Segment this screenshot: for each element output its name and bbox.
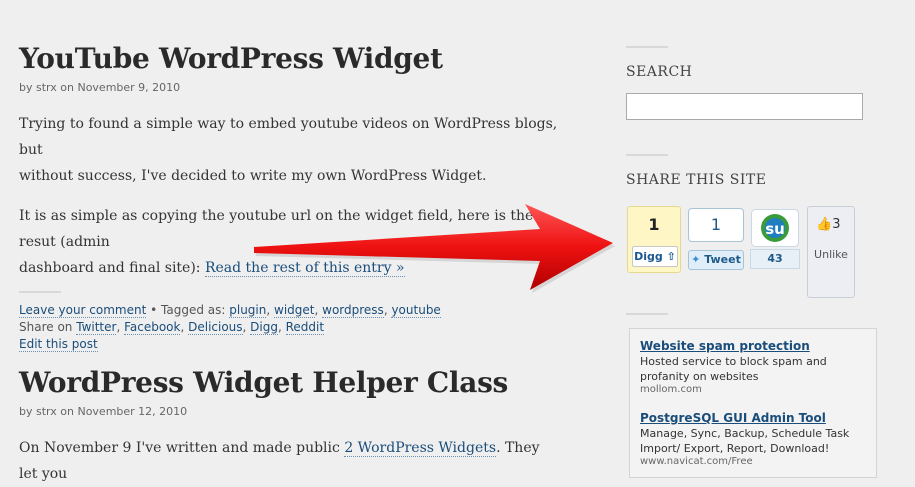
post-meta: by strx on November 12, 2010: [19, 405, 188, 418]
sidebar: SEARCH SHARE THIS SITE: [626, 46, 886, 188]
share-on-label: Share on: [19, 320, 77, 334]
tagged-as-label: • Tagged as:: [146, 303, 230, 317]
divider: [626, 154, 668, 156]
post-title[interactable]: YouTube WordPress Widget: [19, 42, 559, 75]
read-more-link[interactable]: Read the rest of this entry »: [204, 260, 405, 277]
ad-title[interactable]: Website spam protection: [640, 339, 866, 353]
edit-post-link[interactable]: Edit this post: [19, 337, 98, 352]
paragraph: Trying to found a simple way to embed yo…: [19, 116, 558, 184]
ad-block: Website spam protection Hosted service t…: [629, 328, 877, 478]
tag-link[interactable]: youtube: [391, 303, 441, 318]
bird-icon: ✦: [691, 253, 701, 266]
share-digg-link[interactable]: Digg: [250, 320, 278, 335]
digg-button[interactable]: Digg ⇧: [632, 246, 678, 267]
tag-link[interactable]: wordpress: [322, 303, 384, 318]
post-youtube-widget: YouTube WordPress Widget by strx on Nove…: [19, 42, 559, 353]
stumbleupon-icon: su: [751, 209, 799, 247]
search-title: SEARCH: [626, 64, 693, 80]
post-title[interactable]: WordPress Widget Helper Class: [19, 366, 559, 399]
ad-title[interactable]: PostgreSQL GUI Admin Tool: [640, 411, 866, 425]
post-body: Trying to found a simple way to embed yo…: [19, 111, 559, 281]
facebook-count: 3: [832, 217, 841, 232]
paragraph: It is as simple as copying the youtube u…: [19, 208, 534, 277]
search-input[interactable]: [626, 93, 863, 120]
ad-item[interactable]: Website spam protection Hosted service t…: [640, 339, 866, 395]
tweet-count: 1: [688, 208, 744, 242]
post-meta: by strx on November 9, 2010: [19, 81, 181, 94]
widgets-link[interactable]: 2 WordPress Widgets: [344, 440, 497, 457]
ad-url[interactable]: mollom.com: [640, 384, 866, 395]
divider: [626, 313, 668, 315]
ad-url[interactable]: www.navicat.com/Free: [640, 456, 866, 467]
svg-text:su: su: [765, 220, 785, 238]
divider: [19, 291, 61, 293]
digg-widget[interactable]: 1 Digg ⇧: [627, 206, 681, 273]
post-body: On November 9 I've written and made publ…: [19, 435, 559, 487]
post-footer: Leave your comment • Tagged as: plugin, …: [19, 303, 441, 352]
ad-text: Hosted service to block spam and profanit…: [640, 355, 827, 383]
share-twitter-link[interactable]: Twitter: [76, 320, 117, 335]
tweet-button[interactable]: ✦ Tweet: [688, 250, 744, 270]
tag-link[interactable]: widget: [274, 303, 315, 318]
tag-link[interactable]: plugin: [229, 303, 267, 318]
facebook-like-widget[interactable]: 👍3 Unlike: [807, 206, 855, 298]
stumbleupon-count: 43: [750, 249, 800, 269]
post-widget-helper: WordPress Widget Helper Class by strx on…: [19, 366, 559, 487]
share-reddit-link[interactable]: Reddit: [285, 320, 325, 335]
paragraph: On November 9 I've written and made publ…: [19, 440, 540, 482]
divider: [626, 46, 668, 48]
share-title: SHARE THIS SITE: [626, 172, 767, 188]
digg-count: 1: [648, 215, 660, 234]
ad-item[interactable]: PostgreSQL GUI Admin Tool Manage, Sync, …: [640, 411, 866, 467]
arrow-up-icon: ⇧: [666, 250, 676, 263]
ad-text: Manage, Sync, Backup, Schedule Task Impor…: [640, 427, 850, 455]
share-delicious-link[interactable]: Delicious: [188, 320, 243, 335]
leave-comment-link[interactable]: Leave your comment: [19, 303, 147, 318]
unlike-button[interactable]: Unlike: [808, 248, 854, 261]
thumbs-up-icon: 👍: [816, 217, 833, 232]
share-facebook-link[interactable]: Facebook: [124, 320, 181, 335]
